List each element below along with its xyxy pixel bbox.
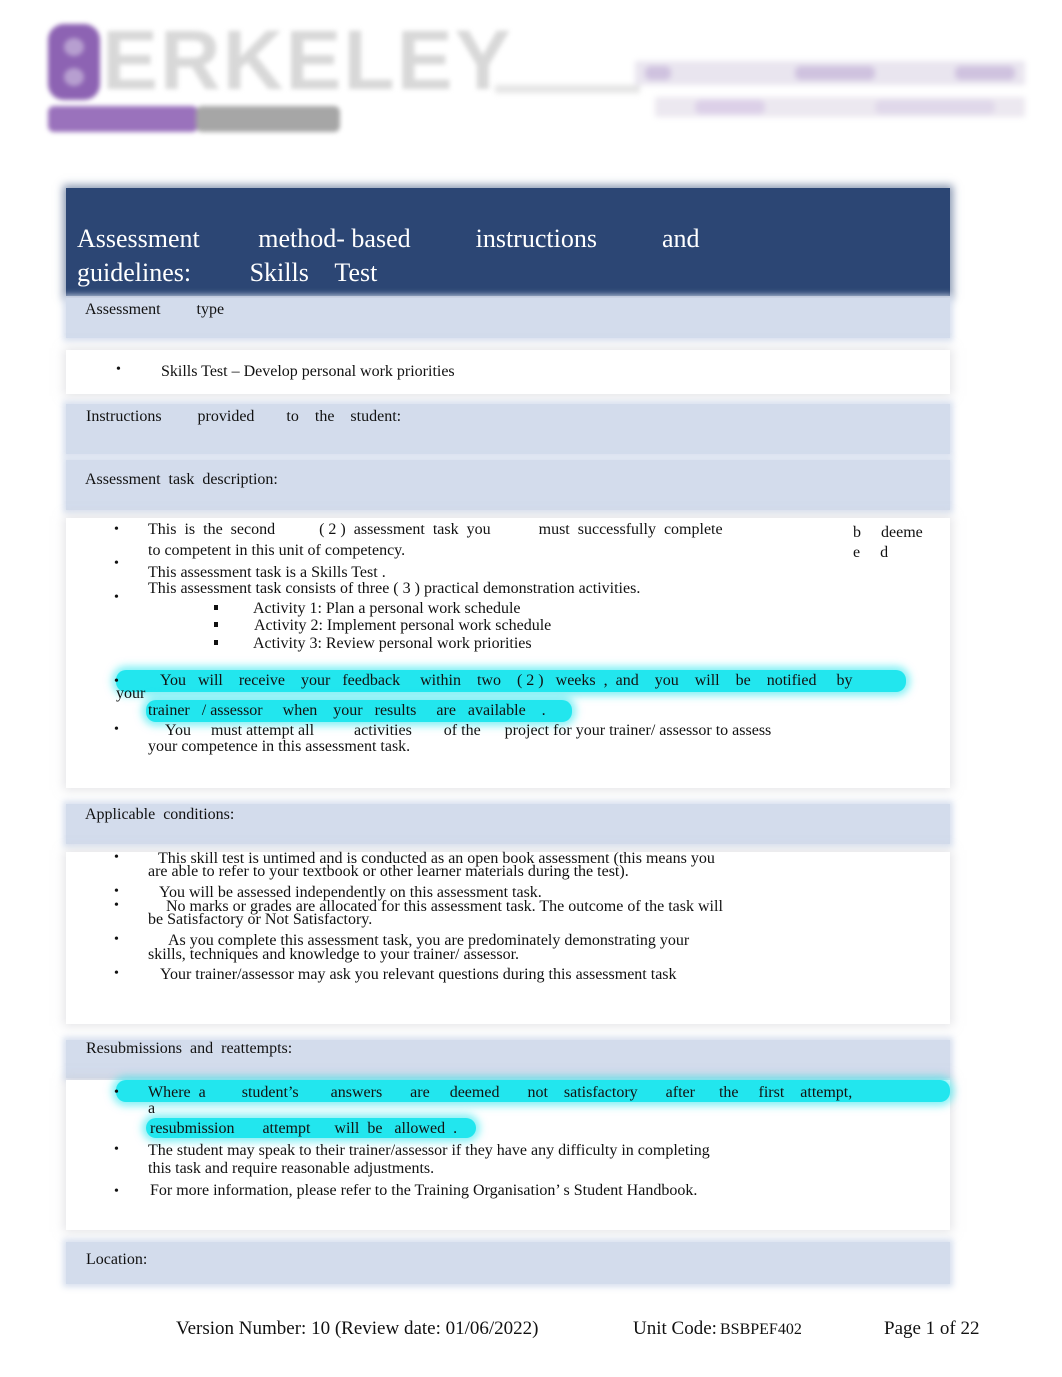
logo-tagline-bar-gray [196,106,340,132]
bullet-icon: • [114,850,119,865]
bullet-icon: • [114,522,119,537]
section-heading: Location: [86,1251,148,1268]
section-task-description-body: • This is the second ( 2 ) assessment ta… [66,518,950,788]
square-bullet-icon [214,605,218,610]
logo-tagline-bar [48,106,198,132]
logo-wordmark: ERKELEY [102,13,513,107]
header-contact-line-2 [655,97,1025,117]
header-contact-info [495,55,1030,120]
logo-initial-mark [48,24,100,100]
bullet-icon: • [114,1085,119,1100]
section-heading: Assessment task description: [85,471,278,488]
attempt-line-2: your competence in this assessment task. [148,738,411,755]
feedback-line-2: trainer / assessor when your results are… [148,702,546,719]
square-bullet-icon [214,622,218,627]
condition-item-3-line-2: be Satisfactory or Not Satisfactory. [148,911,373,928]
section-resubmissions-header: Resubmissions and reattempts: [66,1040,950,1078]
header-rule [495,85,640,93]
document-title-band: Assessment method- based instructions an… [66,188,950,296]
section-resubmissions-body: • Where a student’s answers are deemed n… [66,1080,950,1230]
resubmission-item-2-line-1: The student may speak to their trainer/a… [148,1142,710,1159]
resubmission-line-2: resubmission attempt will be allowed . [150,1120,458,1137]
section-assessment-type-header: Assessment type [66,298,950,338]
activity-item-3: Activity 3: Review personal work priorit… [253,635,532,652]
section-task-description-header: Assessment task description: [66,460,950,510]
bullet-icon: • [114,932,119,947]
bullet-icon: • [114,966,119,981]
section-heading: Resubmissions and reattempts: [86,1040,293,1057]
bullet-icon: • [114,590,119,605]
bullet-icon: • [114,898,119,913]
section-conditions-header: Applicable conditions: [66,804,950,844]
section-location-header: Location: [66,1242,950,1284]
footer-unit-label: Unit Code: [633,1318,717,1339]
section-conditions-body: • This skill test is untimed and is cond… [66,850,950,1024]
condition-item-5: Your trainer/assessor may ask you releva… [160,966,677,983]
task-item-1-side-1: b deeme [853,524,923,541]
footer-version: Version Number: 10 (Review date: 01/06/2… [176,1318,539,1339]
resubmission-line-1b: a [148,1100,156,1117]
section-instructions-header: Instructions provided to the student: [66,404,950,454]
bullet-icon: • [114,722,119,737]
resubmission-item-3: For more information, please refer to th… [150,1182,698,1199]
section-assessment-type-body: • Skills Test – Develop personal work pr… [66,350,950,394]
feedback-line-1: You will receive your feedback within tw… [160,672,853,689]
berkeley-logo: ERKELEY [46,13,511,138]
condition-item-4-line-2: skills, techniques and knowledge to your… [148,946,520,963]
footer-unit-code: BSBPEF402 [720,1321,802,1338]
feedback-line-1b: your [116,685,146,702]
activity-item-1: Activity 1: Plan a personal work schedul… [253,600,521,617]
assessment-type-item: Skills Test – Develop personal work prio… [161,363,455,380]
bullet-icon: • [114,556,119,571]
section-heading: Assessment type [85,301,225,318]
task-item-3: This assessment task consists of three (… [148,580,641,597]
footer-page-number: Page 1 of 22 [884,1318,980,1339]
bullet-icon: • [116,362,121,377]
task-item-1-side-2: e d [853,544,889,561]
section-heading: Applicable conditions: [85,806,235,823]
square-bullet-icon [214,640,218,645]
resubmission-item-2-line-2: this task and require reasonable adjustm… [148,1160,435,1177]
task-item-1-line-1: This is the second ( 2 ) assessment task… [148,521,723,538]
document-title-line-1: Assessment method- based instructions an… [77,224,700,253]
condition-item-1-line-2: are able to refer to your textbook or ot… [148,863,629,880]
activity-item-2: Activity 2: Implement personal work sche… [254,617,552,634]
document-title-line-2: guidelines: Skills Test [77,258,378,287]
task-item-1-line-2: to competent in this unit of competency. [148,542,406,559]
section-heading: Instructions provided to the student: [86,408,402,425]
header-contact-line-1 [635,61,1025,85]
bullet-icon: • [114,1142,119,1157]
bullet-icon: • [114,1184,119,1199]
resubmission-line-1: Where a student’s answers are deemed not… [148,1084,853,1101]
